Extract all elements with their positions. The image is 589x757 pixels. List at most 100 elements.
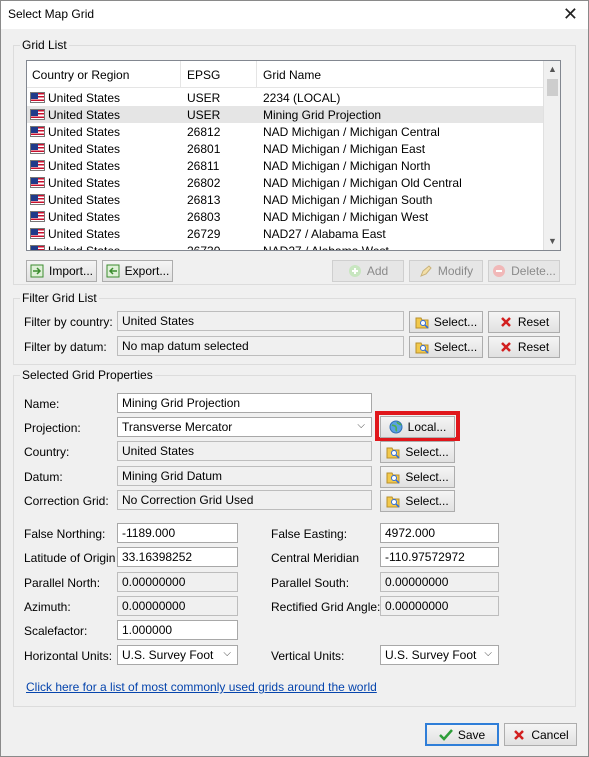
- export-icon: [106, 264, 120, 278]
- scroll-up-icon[interactable]: ▲: [544, 61, 560, 78]
- reset-label: Reset: [517, 315, 550, 329]
- folder-search-icon: [415, 315, 429, 329]
- table-row[interactable]: United States 26801 NAD Michigan / Michiga…: [27, 140, 544, 157]
- local-button[interactable]: Local...: [380, 416, 455, 438]
- grid-list-legend: Grid List: [20, 38, 69, 52]
- parallel-south-label: Parallel South:: [271, 576, 350, 590]
- filter-datum-reset-button[interactable]: Reset: [488, 336, 560, 358]
- modify-label: Modify: [437, 264, 474, 278]
- close-icon[interactable]: ✕: [563, 4, 578, 24]
- country-field: United States: [117, 441, 372, 461]
- chevron-down-icon: ⌵: [357, 420, 365, 431]
- column-header-country[interactable]: Country or Region: [32, 68, 129, 82]
- table-row[interactable]: United States USER 2234 (LOCAL): [27, 89, 544, 106]
- delete-button[interactable]: Delete...: [488, 260, 560, 282]
- table-row[interactable]: United States 26729 NAD27 / Alabama East: [27, 225, 544, 242]
- parallel-north-field: 0.00000000: [117, 572, 238, 592]
- name-input[interactable]: Mining Grid Projection: [117, 393, 372, 413]
- column-divider[interactable]: [256, 61, 257, 88]
- modify-button[interactable]: Modify: [409, 260, 483, 282]
- country-cell: United States: [48, 244, 121, 251]
- epsg-cell: 26811: [187, 159, 220, 173]
- list-scrollbar[interactable]: ▲ ▼: [543, 61, 560, 250]
- horizontal-units-value: U.S. Survey Foot: [122, 648, 214, 662]
- list-header: Country or Region EPSG Grid Name: [27, 61, 544, 88]
- country-cell: United States: [48, 142, 121, 156]
- vertical-units-dropdown[interactable]: U.S. Survey Foot ⌵: [380, 645, 499, 665]
- cancel-button[interactable]: Cancel: [504, 723, 577, 746]
- delete-label: Delete...: [511, 264, 556, 278]
- common-grids-link[interactable]: Click here for a list of most commonly u…: [26, 680, 377, 694]
- parallel-south-field: 0.00000000: [380, 572, 499, 592]
- table-row[interactable]: United States 26811 NAD Michigan / Michiga…: [27, 157, 544, 174]
- globe-icon: [389, 420, 403, 434]
- central-meridian-input[interactable]: -110.97572972: [380, 547, 499, 567]
- import-label: Import...: [48, 264, 93, 278]
- table-row[interactable]: United States 26803 NAD Michigan / Michiga…: [27, 208, 544, 225]
- table-row[interactable]: United States 26802 NAD Michigan / Michiga…: [27, 174, 544, 191]
- projection-dropdown[interactable]: Transverse Mercator ⌵: [117, 417, 372, 437]
- table-row[interactable]: United States USER Mining Grid Projection: [27, 106, 544, 123]
- import-button[interactable]: Import...: [26, 260, 97, 282]
- filter-country-select-button[interactable]: Select...: [409, 311, 483, 333]
- filter-datum-select-button[interactable]: Select...: [409, 336, 483, 358]
- filter-datum-label: Filter by datum:: [24, 340, 107, 354]
- title-bar: Select Map Grid ✕: [1, 1, 588, 29]
- folder-search-icon: [386, 494, 400, 508]
- parallel-north-label: Parallel North:: [24, 576, 101, 590]
- grid-name-cell: NAD Michigan / Michigan Central: [263, 125, 440, 139]
- country-cell: United States: [48, 210, 121, 224]
- filter-country-reset-button[interactable]: Reset: [488, 311, 560, 333]
- select-map-grid-dialog: Select Map Grid ✕ Grid List Country or R…: [0, 0, 589, 757]
- correction-grid-label: Correction Grid:: [24, 494, 109, 508]
- vertical-units-value: U.S. Survey Foot: [385, 648, 477, 662]
- properties-legend: Selected Grid Properties: [20, 368, 155, 382]
- scalefactor-input[interactable]: 1.000000: [117, 620, 238, 640]
- column-header-grid-name[interactable]: Grid Name: [263, 68, 321, 82]
- country-select-button[interactable]: Select...: [380, 441, 455, 463]
- folder-search-icon: [415, 340, 429, 354]
- column-header-epsg[interactable]: EPSG: [187, 68, 220, 82]
- country-cell: United States: [48, 159, 121, 173]
- epsg-cell: 26729: [187, 227, 221, 241]
- latitude-of-origin-label: Latitude of Origin: [24, 551, 116, 565]
- scalefactor-label: Scalefactor:: [24, 624, 88, 638]
- save-button[interactable]: Save: [425, 723, 499, 746]
- filter-legend: Filter Grid List: [20, 291, 99, 305]
- table-row[interactable]: United States 26730 NAD27 / Alabama West: [27, 242, 544, 251]
- datum-select-button[interactable]: Select...: [380, 466, 455, 488]
- grid-name-cell: Mining Grid Projection: [263, 108, 382, 122]
- save-label: Save: [457, 727, 486, 742]
- red-x-icon: [499, 315, 513, 329]
- us-flag-icon: [30, 92, 45, 103]
- false-easting-input[interactable]: 4972.000: [380, 523, 499, 543]
- column-divider[interactable]: [180, 61, 181, 88]
- window-title: Select Map Grid: [8, 7, 95, 21]
- us-flag-icon: [30, 143, 45, 154]
- grid-name-cell: NAD Michigan / Michigan East: [263, 142, 426, 156]
- false-northing-input[interactable]: -1189.000: [117, 523, 238, 543]
- azimuth-label: Azimuth:: [24, 600, 71, 614]
- epsg-cell: 26801: [187, 142, 221, 156]
- export-button[interactable]: Export...: [102, 260, 173, 282]
- scroll-thumb[interactable]: [547, 79, 558, 96]
- add-icon: [348, 264, 362, 278]
- country-cell: United States: [48, 108, 121, 122]
- select-label: Select...: [405, 470, 449, 484]
- correction-grid-select-button[interactable]: Select...: [380, 490, 455, 512]
- false-easting-label: False Easting:: [271, 527, 348, 541]
- select-label: Select...: [405, 445, 449, 459]
- country-cell: United States: [48, 227, 121, 241]
- latitude-of-origin-input[interactable]: 33.16398252: [117, 547, 238, 567]
- scroll-down-icon[interactable]: ▼: [544, 233, 560, 250]
- red-x-icon: [499, 340, 513, 354]
- select-label: Select...: [433, 315, 478, 329]
- add-button[interactable]: Add: [332, 260, 404, 282]
- horizontal-units-label: Horizontal Units:: [24, 649, 113, 663]
- horizontal-units-dropdown[interactable]: U.S. Survey Foot ⌵: [117, 645, 238, 665]
- filter-country-label: Filter by country:: [24, 315, 113, 329]
- table-row[interactable]: United States 26813 NAD Michigan / Michiga…: [27, 191, 544, 208]
- grid-list-table[interactable]: Country or Region EPSG Grid Name United …: [26, 60, 561, 251]
- table-row[interactable]: United States 26812 NAD Michigan / Michiga…: [27, 123, 544, 140]
- reset-label: Reset: [517, 340, 550, 354]
